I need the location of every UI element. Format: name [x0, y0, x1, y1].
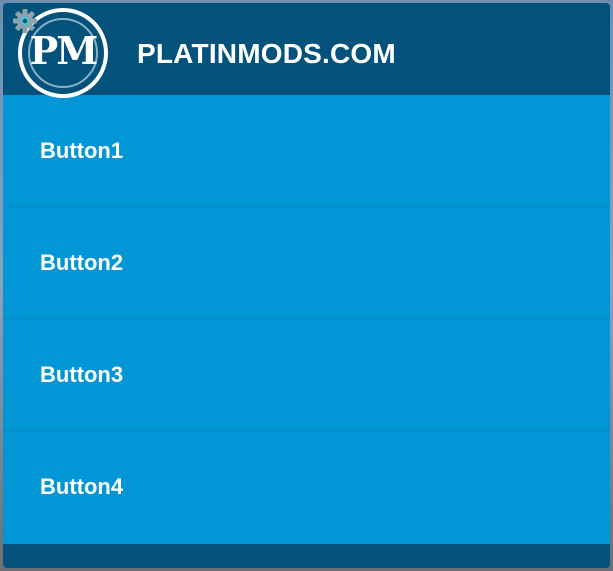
button-4-label: Button4 — [40, 474, 124, 499]
button-3[interactable]: Button3 — [3, 319, 610, 431]
button-1[interactable]: Button1 — [3, 95, 610, 207]
button-2-label: Button2 — [40, 250, 124, 275]
button-4[interactable]: Button4 — [3, 431, 610, 543]
app-title: PLATINMODS.COM — [137, 38, 396, 69]
logo-text: PM — [29, 28, 99, 73]
menu-footer-bar — [3, 544, 610, 568]
button-1-label: Button1 — [40, 138, 124, 163]
button-3-label: Button3 — [40, 362, 124, 387]
mod-menu-panel: PLATINMODS.COM Button1 Button2 Button3 B… — [3, 3, 610, 568]
gear-icon[interactable] — [12, 8, 38, 34]
button-2[interactable]: Button2 — [3, 207, 610, 319]
menu-button-list: Button1 Button2 Button3 Button4 — [3, 95, 610, 543]
